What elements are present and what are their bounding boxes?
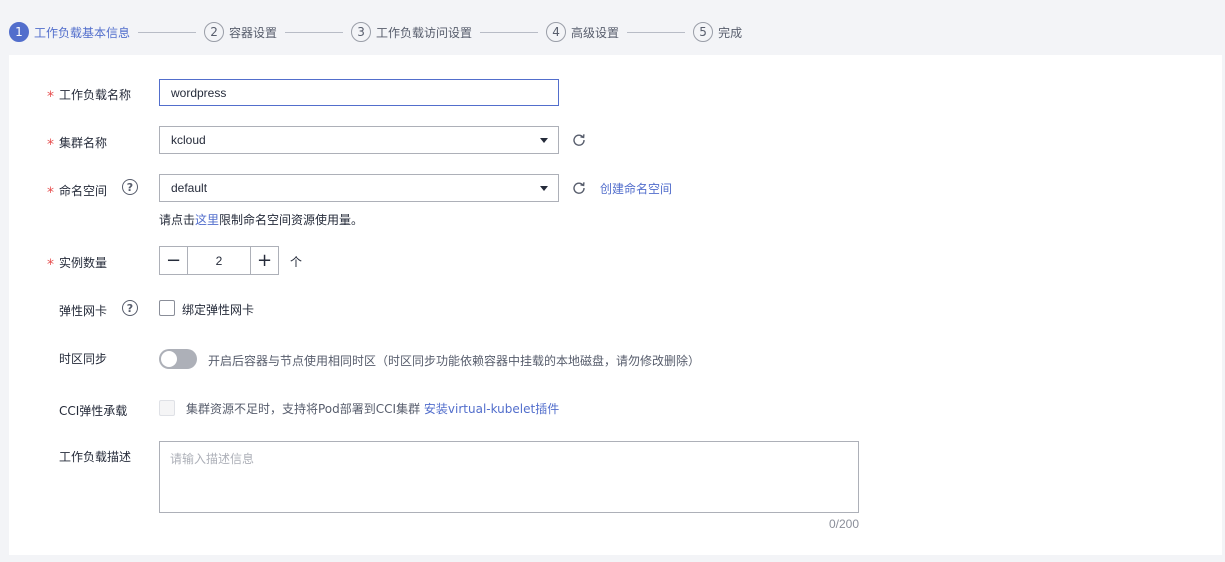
step-4[interactable]: 4 高级设置: [546, 22, 619, 42]
step-5[interactable]: 5 完成: [693, 22, 742, 42]
cluster-label-text: 集群名称: [59, 136, 108, 150]
refresh-icon[interactable]: [572, 181, 586, 195]
cluster-select[interactable]: kcloud: [159, 126, 559, 154]
step-connector: [138, 31, 197, 33]
step-3-number: 3: [351, 22, 372, 42]
timezone-hint: 开启后容器与节点使用相同时区（时区同步功能依赖容器中挂载的本地磁盘，请勿修改删除…: [208, 354, 701, 368]
cluster-label: * 集群名称: [47, 134, 108, 153]
step-connector: [285, 31, 344, 33]
help-circle-icon[interactable]: ?: [122, 179, 138, 195]
description-label: 工作负载描述: [59, 450, 132, 464]
wizard-stepper: 1 工作负载基本信息 2 容器设置 3 工作负载访问设置 4 高级设置 5 完成: [9, 21, 742, 43]
eni-label: 弹性网卡: [59, 304, 108, 318]
help-circle-icon[interactable]: ?: [122, 300, 138, 316]
step-3-label: 工作负载访问设置: [376, 25, 473, 40]
instances-label-text: 实例数量: [59, 256, 108, 270]
eni-checkbox-label[interactable]: 绑定弹性网卡: [182, 301, 254, 318]
create-namespace-link[interactable]: 创建命名空间: [600, 180, 672, 197]
workload-name-input[interactable]: wordpress: [159, 79, 559, 106]
cci-label: CCI弹性承载: [59, 404, 128, 418]
cci-checkbox[interactable]: [159, 400, 175, 416]
step-connector: [480, 31, 539, 33]
chevron-down-icon: [540, 186, 548, 191]
refresh-icon[interactable]: [572, 133, 586, 147]
step-5-number: 5: [693, 22, 714, 42]
namespace-tip: 请点击这里限制命名空间资源使用量。: [159, 211, 363, 228]
toggle-knob: [161, 351, 177, 367]
form-panel: * 工作负载名称 wordpress * 集群名称 kcloud * 命名空间 …: [9, 55, 1222, 555]
step-2-label: 容器设置: [229, 25, 278, 40]
step-2-number: 2: [204, 22, 225, 42]
cci-hint: 集群资源不足时，支持将Pod部署到CCI集群 安装virtual-kubelet…: [186, 400, 559, 417]
step-1-number: 1: [9, 22, 29, 42]
chevron-down-icon: [540, 138, 548, 143]
timezone-toggle[interactable]: [159, 349, 197, 369]
required-mark: *: [47, 136, 54, 153]
namespace-select-value: default: [171, 181, 208, 195]
workload-name-label-text: 工作负载名称: [59, 88, 132, 102]
namespace-tip-prefix: 请点击: [159, 213, 196, 227]
step-5-label: 完成: [718, 25, 743, 40]
eni-checkbox[interactable]: [159, 300, 175, 316]
cluster-select-value: kcloud: [171, 133, 206, 147]
namespace-tip-link[interactable]: 这里: [195, 213, 219, 227]
install-plugin-link[interactable]: 安装virtual-kubelet插件: [424, 402, 559, 416]
step-1-label: 工作负载基本信息: [34, 25, 131, 40]
step-4-label: 高级设置: [571, 25, 620, 40]
namespace-tip-suffix: 限制命名空间资源使用量。: [219, 213, 364, 227]
step-1[interactable]: 1 工作负载基本信息: [9, 22, 130, 42]
required-mark: *: [47, 256, 54, 273]
step-connector: [627, 31, 686, 33]
description-textarea[interactable]: 请输入描述信息: [159, 441, 859, 513]
instances-label: * 实例数量: [47, 254, 108, 273]
cci-hint-text: 集群资源不足时，支持将Pod部署到CCI集群: [186, 402, 421, 416]
decrement-button[interactable]: −: [160, 247, 188, 274]
increment-button[interactable]: +: [250, 247, 278, 274]
description-counter: 0/200: [828, 517, 859, 531]
required-mark: *: [47, 88, 54, 105]
step-3[interactable]: 3 工作负载访问设置: [351, 22, 472, 42]
namespace-label-text: 命名空间: [59, 184, 108, 198]
workload-name-label: * 工作负载名称: [47, 86, 132, 105]
timezone-label: 时区同步: [59, 352, 108, 366]
step-4-number: 4: [546, 22, 567, 42]
instances-stepper: − 2 +: [159, 246, 279, 275]
instances-unit: 个: [290, 255, 303, 269]
namespace-select[interactable]: default: [159, 174, 559, 202]
step-2[interactable]: 2 容器设置: [204, 22, 277, 42]
required-mark: *: [47, 184, 54, 201]
namespace-label: * 命名空间: [47, 182, 108, 201]
instances-input[interactable]: 2: [188, 247, 250, 274]
